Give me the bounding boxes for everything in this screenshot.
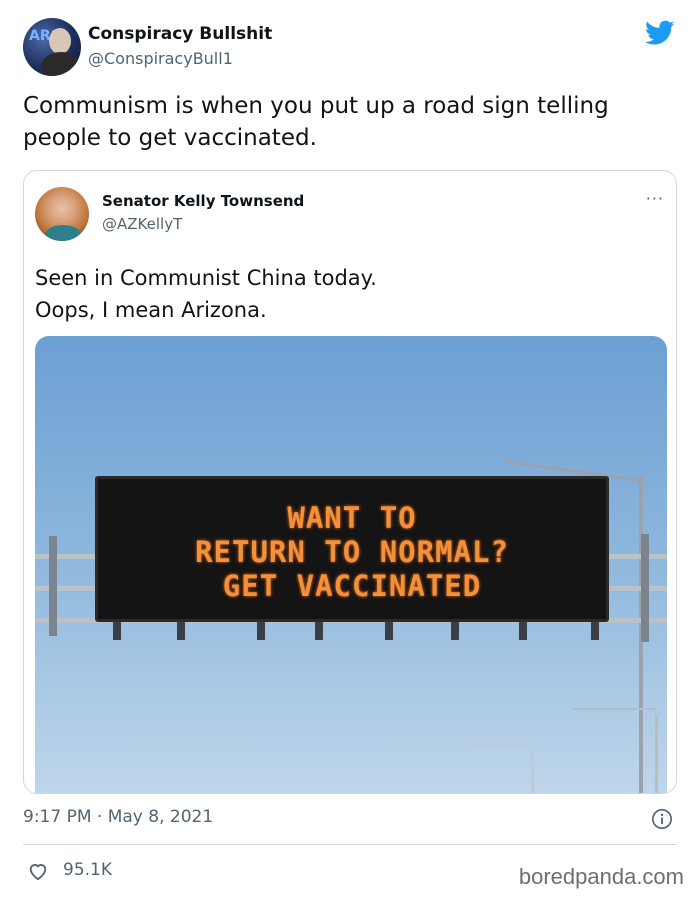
author-handle[interactable]: @ConspiracyBull1	[88, 49, 233, 68]
variable-message-sign: WANT TO RETURN TO NORMAL? GET VACCINATED	[95, 476, 609, 622]
quoted-author-handle[interactable]: @AZKellyT	[102, 215, 182, 233]
heart-icon[interactable]	[27, 861, 49, 881]
author-name[interactable]: Conspiracy Bullshit	[88, 24, 272, 44]
tweet-timestamp[interactable]: 9:17 PM · May 8, 2021	[23, 807, 213, 827]
quoted-tweet-text: Seen in Communist China today. Oops, I m…	[35, 262, 655, 326]
info-icon[interactable]	[651, 808, 673, 830]
sign-bracket	[257, 622, 265, 640]
quoted-text-line: Seen in Communist China today.	[35, 266, 377, 290]
gantry-post	[49, 536, 57, 636]
sign-bracket	[451, 622, 459, 640]
author-avatar[interactable]: ARS	[23, 18, 81, 76]
watermark: boredpanda.com	[518, 864, 684, 889]
light-pole	[531, 752, 534, 793]
sign-bracket	[315, 622, 323, 640]
sign-bracket	[519, 622, 527, 640]
sign-line: GET VACCINATED	[222, 569, 482, 603]
sign-bracket	[385, 622, 393, 640]
quoted-author-name[interactable]: Senator Kelly Townsend	[102, 192, 304, 210]
more-options-icon[interactable]: ···	[646, 189, 664, 208]
quoted-text-line: Oops, I mean Arizona.	[35, 298, 267, 322]
tweet-text: Communism is when you put up a road sign…	[23, 93, 609, 151]
light-arm	[467, 744, 533, 746]
avatar-suit	[41, 52, 81, 76]
tweet-header: ARS Conspiracy Bullshit @ConspiracyBull1	[23, 18, 683, 78]
sign-line: WANT TO	[287, 501, 417, 535]
twitter-bird-icon[interactable]	[645, 20, 675, 46]
avatar-face	[49, 28, 71, 54]
divider	[23, 844, 677, 845]
sign-line: RETURN TO NORMAL?	[195, 535, 509, 569]
avatar-shirt	[45, 225, 81, 241]
tweet-photo[interactable]: WANT TO RETURN TO NORMAL? GET VACCINATED	[35, 336, 667, 793]
like-count[interactable]: 95.1K	[63, 860, 112, 880]
quoted-author-avatar[interactable]	[35, 187, 89, 241]
light-pole	[655, 714, 658, 793]
gantry-post	[641, 534, 649, 642]
light-arm	[573, 708, 657, 710]
sign-bracket	[113, 622, 121, 640]
sign-bracket	[177, 622, 185, 640]
sign-bracket	[591, 622, 599, 640]
quoted-tweet[interactable]: Senator Kelly Townsend @AZKellyT ··· See…	[23, 170, 677, 794]
